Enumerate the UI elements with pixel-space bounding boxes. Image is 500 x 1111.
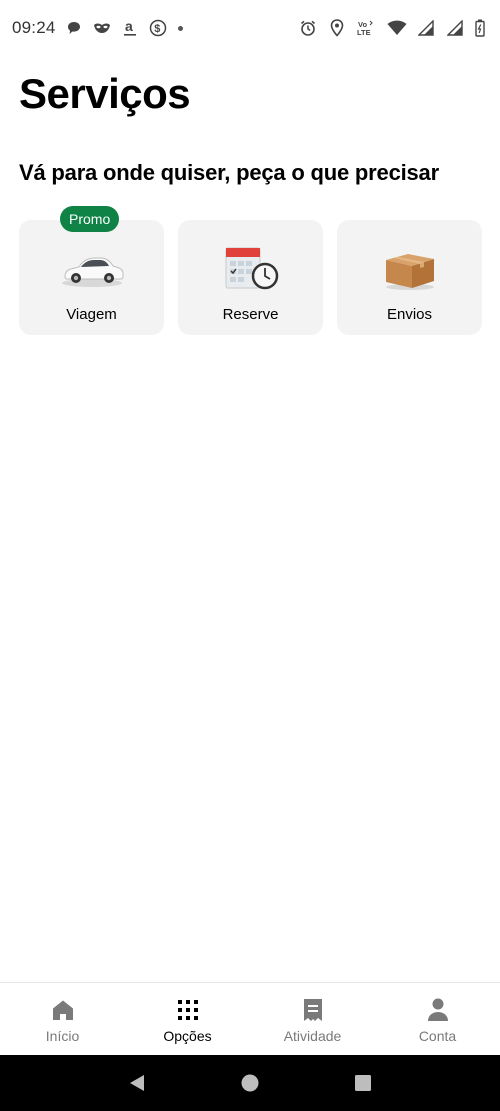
receipt-icon bbox=[300, 997, 326, 1023]
nav-label: Conta bbox=[418, 1028, 457, 1044]
wifi-icon bbox=[387, 18, 407, 38]
grid-icon bbox=[175, 997, 201, 1023]
status-bar: 09:24 a $ Vo LTE bbox=[0, 0, 500, 56]
battery-icon bbox=[474, 18, 486, 38]
status-right: Vo LTE bbox=[298, 18, 486, 38]
home-circle-icon[interactable] bbox=[238, 1071, 262, 1095]
home-icon bbox=[50, 997, 76, 1023]
nav-label: Opções bbox=[163, 1028, 212, 1044]
chat-bubble-icon bbox=[64, 18, 84, 38]
notification-dot-icon bbox=[177, 25, 183, 31]
alarm-icon bbox=[298, 18, 318, 38]
nav-item-conta[interactable]: Conta bbox=[375, 983, 500, 1055]
promo-badge: Promo bbox=[60, 206, 120, 232]
person-icon bbox=[425, 997, 451, 1023]
nav-label: Atividade bbox=[283, 1028, 342, 1044]
service-label: Viagem bbox=[66, 306, 117, 323]
service-card-reserve[interactable]: Reserve bbox=[178, 220, 323, 335]
mask-icon bbox=[92, 18, 112, 38]
location-pin-icon bbox=[327, 18, 347, 38]
system-nav-bar bbox=[0, 1055, 500, 1111]
bottom-nav: Início Opções Atividade Conta bbox=[0, 982, 500, 1055]
recents-icon[interactable] bbox=[351, 1071, 375, 1095]
signal-icon bbox=[445, 18, 465, 38]
svg-text:LTE: LTE bbox=[357, 28, 371, 37]
status-left: 09:24 a $ bbox=[12, 18, 183, 38]
services-grid: Promo Viagem Reserve Envios bbox=[19, 206, 482, 335]
status-time: 09:24 bbox=[12, 18, 56, 37]
page-subtitle: Vá para onde quiser, peça o que precisar bbox=[19, 160, 439, 185]
car-icon bbox=[57, 242, 127, 296]
service-card-viagem[interactable]: Promo Viagem bbox=[19, 206, 164, 335]
page-title: Serviços bbox=[19, 70, 191, 117]
nav-item-atividade[interactable]: Atividade bbox=[250, 983, 375, 1055]
nav-label: Início bbox=[45, 1028, 80, 1044]
nav-item-inicio[interactable]: Início bbox=[0, 983, 125, 1055]
svg-text:a: a bbox=[125, 19, 133, 34]
package-box-icon bbox=[375, 242, 445, 296]
service-label: Reserve bbox=[222, 306, 279, 323]
nav-item-opcoes[interactable]: Opções bbox=[125, 983, 250, 1055]
volte-icon: Vo LTE bbox=[356, 18, 378, 38]
svg-text:$: $ bbox=[154, 23, 160, 35]
service-label: Envios bbox=[386, 306, 433, 323]
service-card-envios[interactable]: Envios bbox=[337, 220, 482, 335]
calendar-clock-icon bbox=[216, 242, 286, 296]
amazon-a-icon: a bbox=[120, 18, 140, 38]
signal-icon bbox=[416, 18, 436, 38]
dollar-circle-icon: $ bbox=[148, 18, 168, 38]
back-icon[interactable] bbox=[125, 1071, 149, 1095]
